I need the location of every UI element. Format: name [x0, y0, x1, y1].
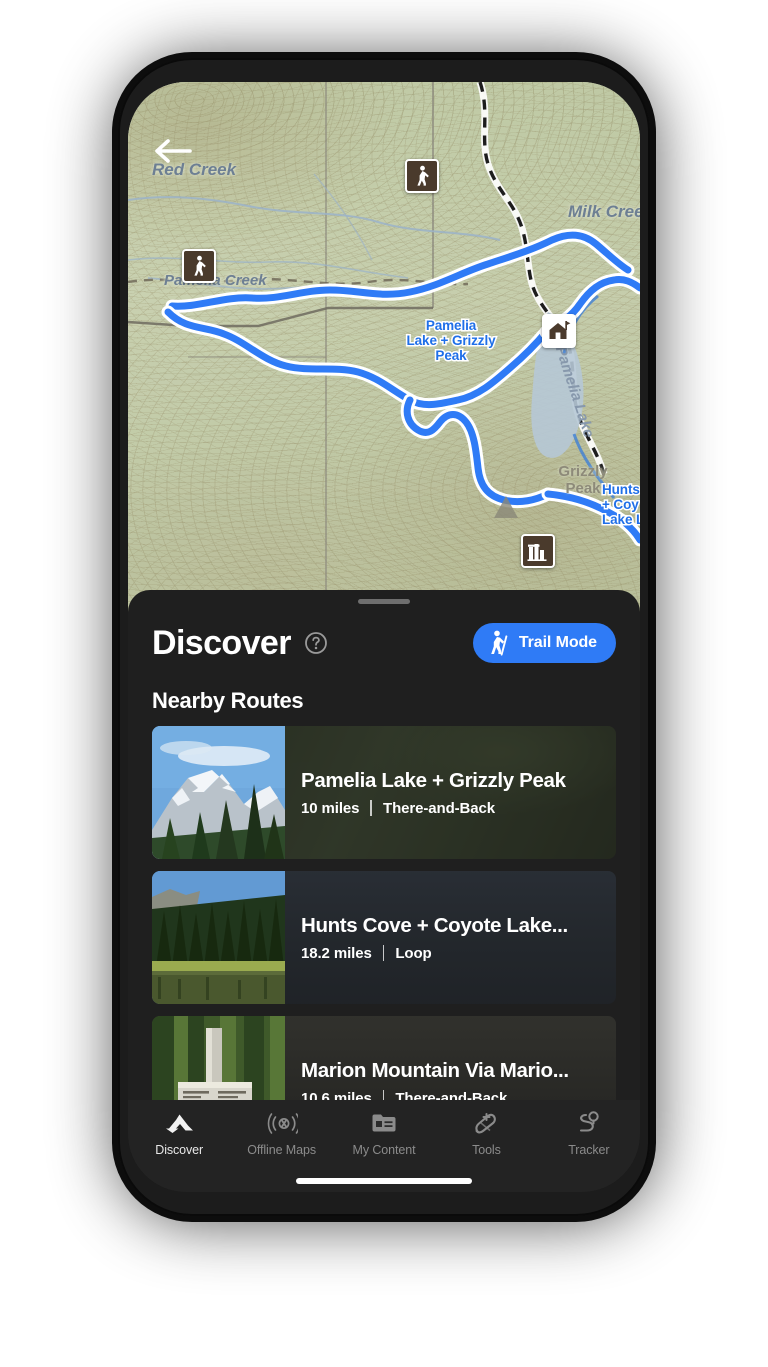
- mountain-arrow-icon: [164, 1110, 194, 1136]
- route-thumbnail: [152, 726, 285, 859]
- help-circle-icon[interactable]: [304, 631, 328, 655]
- route-distance: 18.2 miles: [301, 944, 372, 962]
- snow-mountain-thumbnail: [152, 726, 285, 859]
- route-thumbnail: [152, 871, 285, 1004]
- tab-tools[interactable]: Tools: [435, 1110, 537, 1157]
- route-card-body: Pamelia Lake + Grizzly Peak 10 miles The…: [285, 726, 616, 859]
- nearby-routes-list: Pamelia Lake + Grizzly Peak 10 miles The…: [128, 714, 640, 1149]
- ruins-icon: [527, 544, 547, 561]
- tab-tracker[interactable]: Tracker: [538, 1110, 640, 1157]
- home-indicator: [296, 1178, 472, 1184]
- route-title: Pamelia Lake + Grizzly Peak: [301, 768, 566, 792]
- route-card-body: Hunts Cove + Coyote Lake... 18.2 miles L…: [285, 871, 616, 1004]
- route-type: Loop: [395, 944, 432, 962]
- multi-tool-icon: [473, 1110, 499, 1136]
- map-view[interactable]: Red Creek Milk Creek Pamelia Creek Pamel…: [128, 82, 640, 612]
- route-title: Hunts Cove + Coyote Lake...: [301, 913, 568, 937]
- tab-discover[interactable]: Discover: [128, 1110, 230, 1157]
- tab-offline-maps[interactable]: Offline Maps: [230, 1110, 332, 1157]
- route-meta: 18.2 miles Loop: [301, 945, 600, 962]
- route-distance: 10 miles: [301, 799, 360, 817]
- route-type: There-and-Back: [383, 799, 495, 817]
- hiker-icon: [417, 165, 429, 186]
- tab-my-content[interactable]: My Content: [333, 1110, 435, 1157]
- route-meta: 10 miles There-and-Back: [301, 800, 600, 817]
- hiker-icon: [194, 255, 206, 276]
- tab-label: Tools: [472, 1143, 501, 1157]
- ruins-marker[interactable]: [521, 534, 555, 568]
- phone-frame: Red Creek Milk Creek Pamelia Creek Pamel…: [118, 58, 650, 1216]
- route-title: Marion Mountain Via Mario...: [301, 1058, 569, 1082]
- shelter-marker[interactable]: [542, 314, 576, 348]
- hiker-pole-icon: [491, 630, 508, 656]
- trailhead-hiker-marker[interactable]: [405, 159, 439, 193]
- tab-label: My Content: [352, 1143, 416, 1157]
- route-list-item[interactable]: Hunts Cove + Coyote Lake... 18.2 miles L…: [152, 871, 616, 1004]
- trail-mode-label: Trail Mode: [518, 634, 597, 651]
- screenshot-stage: Red Creek Milk Creek Pamelia Creek Pamel…: [0, 0, 768, 1367]
- tab-label: Discover: [155, 1143, 204, 1157]
- signal-broadcast-icon: [266, 1110, 298, 1136]
- nearby-routes-heading: Nearby Routes: [152, 688, 304, 713]
- forest-lake-thumbnail: [152, 871, 285, 1004]
- trail-mode-button[interactable]: Trail Mode: [472, 623, 616, 663]
- sheet-header: Discover Trail Mode: [128, 604, 640, 666]
- route-pin-icon: [576, 1110, 602, 1136]
- content-card-icon: [371, 1110, 397, 1136]
- cabin-icon: [549, 321, 571, 339]
- phone-screen: Red Creek Milk Creek Pamelia Creek Pamel…: [128, 82, 640, 1192]
- back-arrow-icon[interactable]: [152, 134, 194, 168]
- meta-divider: [370, 800, 373, 816]
- meta-divider: [382, 945, 385, 961]
- page-title: Discover: [152, 623, 291, 662]
- trailhead-hiker-marker[interactable]: [182, 249, 216, 283]
- route-list-item[interactable]: Pamelia Lake + Grizzly Peak 10 miles The…: [152, 726, 616, 859]
- tab-label: Offline Maps: [247, 1143, 316, 1157]
- tab-label: Tracker: [568, 1143, 610, 1157]
